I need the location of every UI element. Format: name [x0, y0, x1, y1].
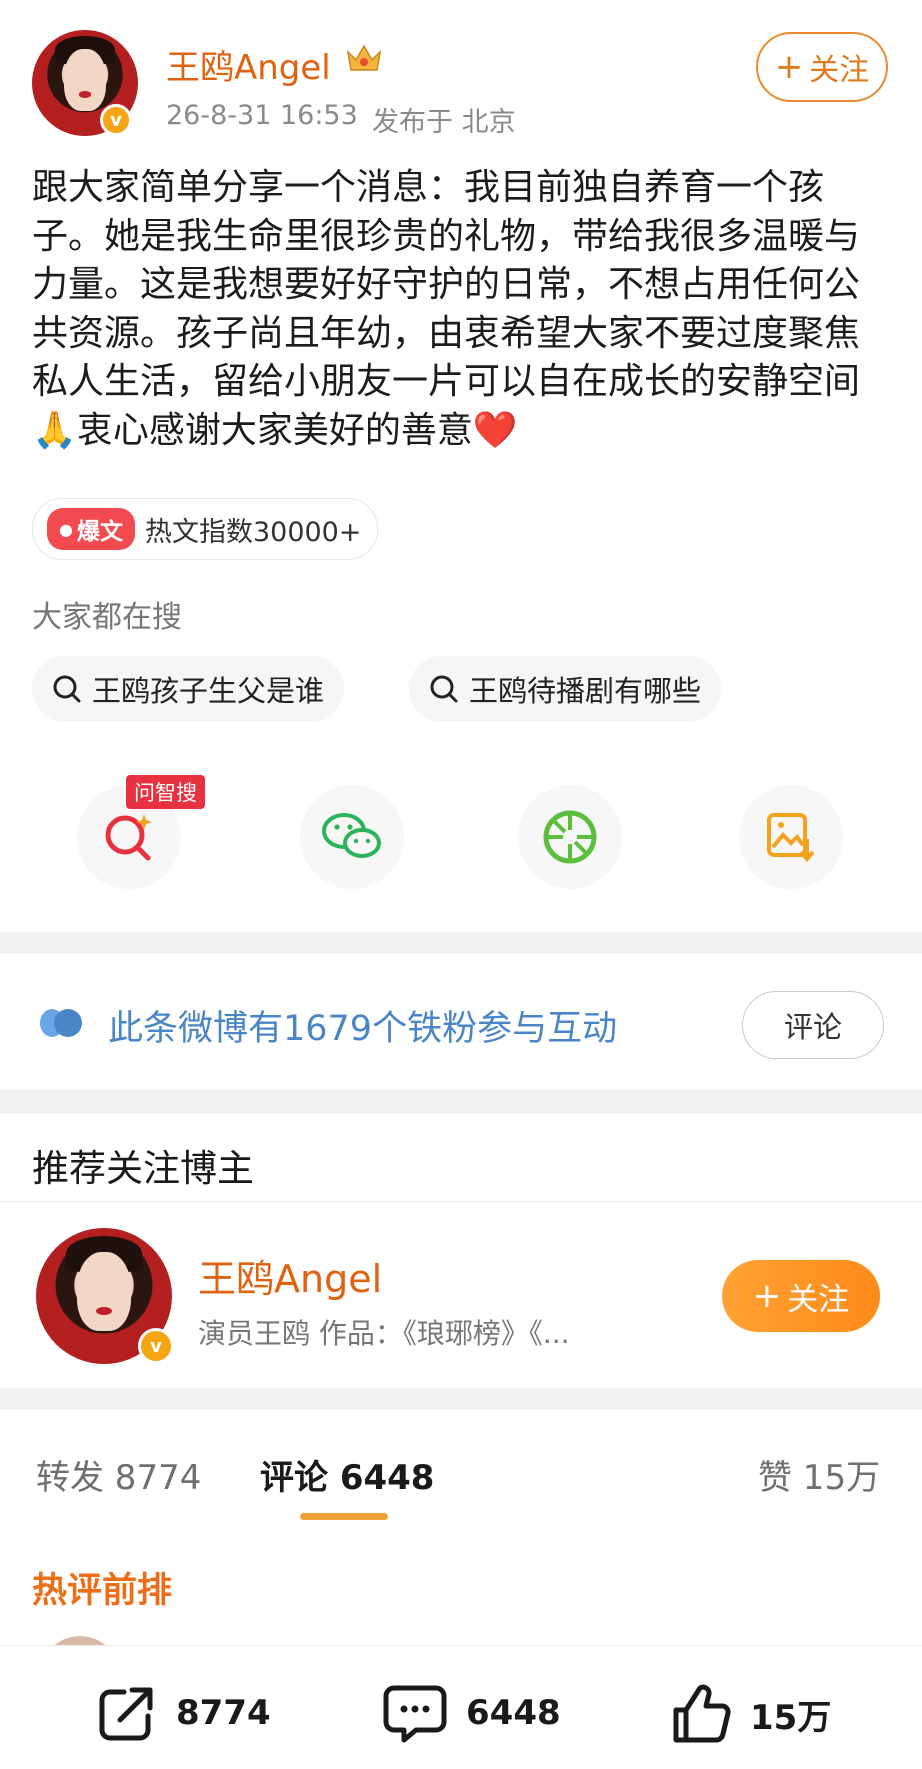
fans-interaction-text[interactable]: 此条微博有1679个铁粉参与互动	[108, 1000, 617, 1051]
section-divider	[0, 1090, 922, 1114]
verified-v-icon: v	[138, 1328, 174, 1364]
divider-line	[0, 1201, 922, 1202]
comment-count: 6448	[466, 1693, 561, 1733]
hot-index-chip[interactable]: ● 爆文 热文指数30000+	[32, 498, 379, 560]
tab-like[interactable]: 赞 15万	[758, 1450, 880, 1499]
plus-icon: +	[752, 1276, 782, 1316]
bottom-action-bar: 8774 6448 15万	[0, 1645, 922, 1769]
search-suggestion[interactable]: 王鸥孩子生父是谁	[32, 656, 345, 722]
search-suggestion[interactable]: 王鸥待播剧有哪些	[409, 656, 722, 722]
section-divider	[0, 1388, 922, 1410]
search-heading: 大家都在搜	[32, 600, 182, 635]
ask-badge: 问智搜	[126, 775, 205, 809]
hot-index-text: 热文指数30000+	[144, 516, 362, 548]
save-image-icon	[767, 813, 815, 863]
tab-comment[interactable]: 评论 6448	[260, 1450, 434, 1499]
fans-icon	[38, 1005, 86, 1045]
follow-label: 关注	[809, 53, 870, 88]
moments-icon	[543, 810, 597, 864]
tab-repost[interactable]: 转发 8774	[36, 1450, 201, 1499]
recommend-description: 演员王鸥 作品：《琅琊榜》《...	[198, 1317, 570, 1350]
repost-action[interactable]: 8774	[96, 1682, 271, 1744]
recommend-follow-button[interactable]: + 关注	[722, 1260, 880, 1332]
post-location: 发布于 北京	[372, 107, 516, 138]
verified-v-icon: v	[100, 104, 132, 136]
ai-search-icon	[105, 814, 152, 861]
section-divider	[0, 932, 922, 954]
thumbs-up-icon	[673, 1684, 731, 1743]
share-wechat-button[interactable]	[300, 785, 404, 889]
like-count: 15万	[750, 1697, 832, 1738]
save-image-button[interactable]	[739, 785, 843, 889]
crown-icon	[344, 40, 384, 76]
comment-icon	[383, 1685, 447, 1743]
repost-icon	[99, 1687, 153, 1741]
post-body: 跟大家简单分享一个消息：我目前独自养育一个孩子。她是我生命里很珍贵的礼物，带给我…	[32, 167, 861, 451]
fire-icon: ●	[59, 519, 73, 539]
comment-action[interactable]: 6448	[382, 1682, 561, 1744]
plus-icon: +	[774, 47, 804, 87]
author-name[interactable]: 王鸥Angel	[166, 40, 331, 89]
like-action[interactable]: 15万	[670, 1682, 831, 1746]
recommend-heading: 推荐关注博主	[32, 1147, 254, 1190]
post-timestamp: 26-8-31 16:53	[166, 100, 358, 131]
search-icon	[430, 675, 458, 703]
follow-button[interactable]: + 关注	[756, 32, 888, 102]
repost-count: 8774	[176, 1693, 271, 1733]
hot-comments-heading: 热评前排	[32, 1571, 173, 1611]
share-moments-button[interactable]	[518, 785, 622, 889]
hot-badge: ● 爆文	[47, 508, 135, 550]
fans-comment-button[interactable]: 评论	[742, 991, 884, 1059]
wechat-icon	[322, 813, 381, 858]
search-icon	[53, 675, 81, 703]
tab-underline	[300, 1513, 388, 1520]
recommend-name[interactable]: 王鸥Angel	[198, 1248, 382, 1303]
